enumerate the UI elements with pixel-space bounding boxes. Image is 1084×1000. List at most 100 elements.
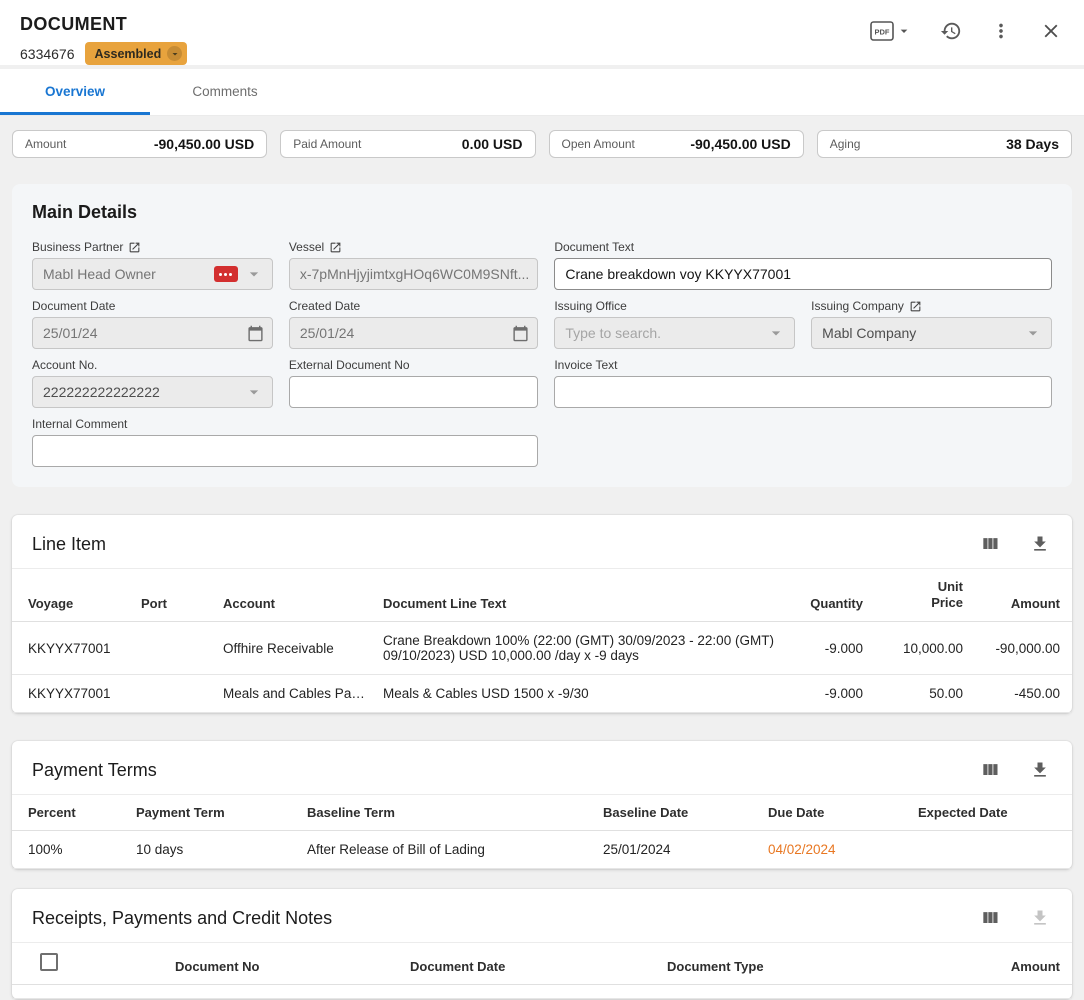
- issuing-company-select: Mabl Company: [811, 317, 1052, 349]
- col-document-type: Document Type: [659, 943, 889, 985]
- created-date-field: 25/01/24: [289, 317, 539, 349]
- field-label: Vessel: [289, 241, 324, 254]
- calendar-icon: [247, 325, 264, 342]
- payment-terms-title: Payment Terms: [32, 760, 157, 781]
- table-row[interactable]: KKYYX77001 Meals and Cables Pay… Meals &…: [12, 675, 1072, 713]
- main-details-grid: Business Partner Mabl Head Owner Vessel …: [32, 241, 1052, 467]
- chevron-down-icon: [244, 382, 264, 402]
- download-button: [1028, 906, 1052, 930]
- col-unit-price: Unit Price: [871, 569, 971, 622]
- payment-terms-card: Payment Terms Percent Payment Term Basel: [12, 741, 1072, 869]
- field-label: Document Text: [554, 241, 634, 254]
- field-account-no: Account No. 222222222222222: [32, 359, 273, 408]
- field-internal-comment: Internal Comment: [32, 418, 538, 467]
- internal-comment-input[interactable]: [32, 435, 538, 467]
- columns-button[interactable]: [978, 758, 1002, 782]
- table-header-row: Voyage Port Account Document Line Text Q…: [12, 569, 1072, 622]
- receipts-table: Document No Document Date Document Type …: [12, 942, 1072, 985]
- document-date-field: 25/01/24: [32, 317, 273, 349]
- history-button[interactable]: [938, 18, 964, 44]
- document-text-input[interactable]: [554, 258, 1052, 290]
- field-label: Business Partner: [32, 241, 123, 254]
- tab-bar: Overview Comments: [0, 69, 1084, 116]
- cell-port: [133, 675, 215, 713]
- field-business-partner: Business Partner Mabl Head Owner: [32, 241, 273, 290]
- summary-card-open-amount: Open Amount -90,450.00 USD: [549, 130, 804, 158]
- more-menu-button[interactable]: [988, 18, 1014, 44]
- chevron-down-icon: [896, 23, 912, 39]
- field-label: Account No.: [32, 359, 97, 372]
- vessel-field: x-7pMnHjyjimtxgHOq6WC0M9SNft...: [289, 258, 539, 290]
- cell-amount: -450.00: [971, 675, 1072, 713]
- chevron-down-icon: [169, 48, 181, 60]
- col-voyage: Voyage: [12, 569, 133, 622]
- select-all-checkbox[interactable]: [40, 953, 58, 971]
- field-vessel: Vessel x-7pMnHjyjimtxgHOq6WC0M9SNft...: [289, 241, 539, 290]
- invoice-text-input[interactable]: [554, 376, 1052, 408]
- cell-document-line-text: Meals & Cables USD 1500 x -9/30: [375, 675, 795, 713]
- external-document-no-input[interactable]: [289, 376, 539, 408]
- summary-card-aging: Aging 38 Days: [817, 130, 1072, 158]
- document-number: 6334676: [20, 46, 75, 62]
- field-label: Issuing Company: [811, 300, 904, 313]
- columns-icon: [980, 760, 1000, 780]
- col-baseline-date: Baseline Date: [595, 795, 760, 831]
- field-label: Invoice Text: [554, 359, 617, 372]
- col-quantity: Quantity: [795, 569, 871, 622]
- col-expected-date: Expected Date: [910, 795, 1072, 831]
- tab-overview[interactable]: Overview: [0, 69, 150, 115]
- issuing-office-select: Type to search.: [554, 317, 795, 349]
- topbar: DOCUMENT 6334676 Assembled PDF: [0, 0, 1084, 65]
- history-icon: [940, 20, 962, 42]
- table-row[interactable]: KKYYX77001 Offhire Receivable Crane Brea…: [12, 622, 1072, 675]
- close-button[interactable]: [1038, 18, 1064, 44]
- receipts-card: Receipts, Payments and Credit Notes: [12, 889, 1072, 999]
- field-document-text: Document Text: [554, 241, 1052, 290]
- field-document-date: Document Date 25/01/24: [32, 300, 273, 349]
- download-button[interactable]: [1028, 758, 1052, 782]
- columns-button[interactable]: [978, 906, 1002, 930]
- columns-button[interactable]: [978, 532, 1002, 556]
- external-link-icon[interactable]: [909, 300, 922, 313]
- cell-due-date: 04/02/2024: [760, 831, 910, 869]
- columns-icon: [980, 908, 1000, 928]
- col-account: Account: [215, 569, 375, 622]
- field-label: Document Date: [32, 300, 115, 313]
- tab-comments[interactable]: Comments: [150, 69, 300, 115]
- download-icon: [1030, 534, 1050, 554]
- external-link-icon[interactable]: [329, 241, 342, 254]
- download-icon: [1030, 908, 1050, 928]
- status-badge[interactable]: Assembled: [85, 42, 188, 65]
- status-badge-label: Assembled: [95, 47, 162, 61]
- chevron-down-icon: [244, 264, 264, 284]
- pdf-export-button[interactable]: PDF: [868, 19, 914, 43]
- external-link-icon[interactable]: [128, 241, 141, 254]
- summary-label: Open Amount: [562, 137, 635, 151]
- close-icon: [1040, 20, 1062, 42]
- download-button[interactable]: [1028, 532, 1052, 556]
- summary-row: Amount -90,450.00 USD Paid Amount 0.00 U…: [12, 130, 1072, 158]
- cell-payment-term: 10 days: [128, 831, 299, 869]
- line-item-table: Voyage Port Account Document Line Text Q…: [12, 568, 1072, 713]
- calendar-icon: [512, 325, 529, 342]
- topbar-left: DOCUMENT 6334676 Assembled: [20, 14, 187, 65]
- tab-comments-label: Comments: [192, 84, 257, 99]
- col-document-no: Document No: [167, 943, 402, 985]
- field-label: Internal Comment: [32, 418, 127, 431]
- cell-unit-price: 10,000.00: [871, 622, 971, 675]
- field-issuing-office: Issuing Office Type to search.: [554, 300, 795, 349]
- main-details-panel: Main Details Business Partner Mabl Head …: [12, 184, 1072, 487]
- table-header-row: Percent Payment Term Baseline Term Basel…: [12, 795, 1072, 831]
- field-external-document-no: External Document No: [289, 359, 539, 408]
- table-row[interactable]: 100% 10 days After Release of Bill of La…: [12, 831, 1072, 869]
- cell-baseline-date: 25/01/2024: [595, 831, 760, 869]
- line-item-card: Line Item Voyage Port Account: [12, 515, 1072, 713]
- summary-value: -90,450.00 USD: [154, 136, 254, 152]
- col-amount: Amount: [889, 943, 1072, 985]
- topbar-actions: PDF: [868, 14, 1064, 44]
- chevron-down-icon: [1023, 323, 1043, 343]
- field-label: Issuing Office: [554, 300, 626, 313]
- summary-label: Amount: [25, 137, 66, 151]
- table-header-row: Document No Document Date Document Type …: [12, 943, 1072, 985]
- summary-label: Aging: [830, 137, 861, 151]
